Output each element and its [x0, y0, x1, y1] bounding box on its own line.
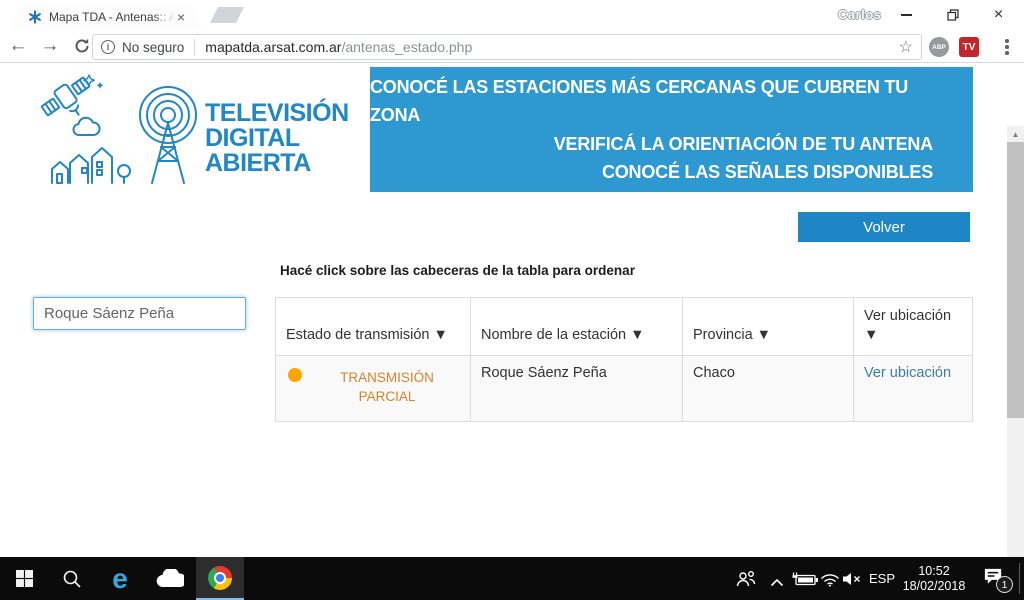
show-desktop-divider[interactable]	[1019, 563, 1020, 594]
banner-line-2: VERIFICÁ LA ORIENTIACIÓN DE TU ANTENA	[554, 130, 933, 159]
windows-taskbar: e	[0, 557, 1024, 600]
browser-profile-name[interactable]: Carlos	[838, 7, 881, 22]
cell-provincia: Chaco	[683, 356, 854, 422]
cloud-icon	[156, 569, 184, 588]
tab-title: Mapa TDA - Antenas:: AR	[49, 10, 175, 24]
address-bar[interactable]: i No seguro mapatda.arsat.com.ar /antena…	[92, 34, 922, 60]
search-icon	[62, 569, 82, 589]
header-ver-ubicacion[interactable]: Ver ubicación ▼	[854, 298, 973, 356]
table-row: TRANSMISIÓN PARCIAL Roque Sáenz Peña Cha…	[276, 356, 973, 422]
battery-charging-icon	[792, 572, 819, 587]
status-text: TRANSMISIÓN PARCIAL	[314, 365, 460, 406]
speaker-muted-icon	[842, 572, 862, 586]
back-button[interactable]: ←	[4, 32, 32, 60]
taskbar-search-button[interactable]	[48, 557, 96, 600]
ver-ubicacion-link[interactable]: Ver ubicación	[864, 365, 951, 381]
page-scrollbar[interactable]: ▲ ▼	[1007, 126, 1024, 600]
url-path: /antenas_estado.php	[341, 39, 472, 55]
battery-tray-icon[interactable]	[792, 557, 820, 600]
logo-line-3: ABIERTA	[205, 151, 349, 176]
banner-line-3: CONOCÉ LAS SEÑALES DISPONIBLES	[602, 158, 933, 187]
cell-estacion: Roque Sáenz Peña	[471, 356, 683, 422]
browser-toolbar: ← → i No seguro mapatda.arsat.com.ar /an…	[0, 30, 1024, 63]
clock-time: 10:52	[898, 564, 970, 579]
volume-tray-icon[interactable]	[842, 557, 864, 600]
restore-icon	[947, 9, 959, 21]
banner-line-1: CONOCÉ LAS ESTACIONES MÁS CERCANAS QUE C…	[370, 73, 933, 130]
browser-tabstrip: Mapa TDA - Antenas:: AR × Carlos ×	[0, 0, 1024, 30]
stations-table: Estado de transmisión ▼ Nombre de la est…	[275, 297, 973, 422]
taskbar-edge-button[interactable]: e	[96, 557, 144, 600]
status-dot-icon	[288, 368, 302, 382]
header-estado[interactable]: Estado de transmisión ▼	[276, 298, 471, 356]
back-icon: ←	[9, 35, 28, 57]
tda-logo-illustration	[40, 71, 210, 189]
forward-icon: →	[41, 35, 60, 57]
window-close-button[interactable]: ×	[976, 0, 1021, 30]
edge-icon: e	[112, 565, 128, 593]
start-button[interactable]	[0, 557, 48, 600]
window-minimize-button[interactable]	[884, 0, 929, 30]
people-icon	[734, 570, 758, 588]
scrollbar-thumb[interactable]	[1007, 142, 1024, 418]
page-content: TELEVISIÓN DIGITAL ABIERTA CONOCÉ LAS ES…	[0, 63, 1007, 557]
tab-close-icon[interactable]: ×	[177, 10, 185, 24]
window-restore-button[interactable]	[930, 0, 975, 30]
tray-expand-button[interactable]	[770, 557, 790, 600]
browser-menu-icon[interactable]	[997, 34, 1017, 60]
url-domain: mapatda.arsat.com.ar	[205, 39, 341, 55]
reload-icon	[73, 37, 91, 55]
volver-button[interactable]: Volver	[798, 212, 970, 242]
chevron-up-icon	[770, 578, 784, 587]
extension-adblock-icon[interactable]: ABP	[929, 37, 949, 57]
chrome-icon	[208, 566, 232, 590]
station-search-input[interactable]	[33, 297, 246, 330]
taskbar-people-button[interactable]	[734, 557, 760, 600]
taskbar-chrome-button[interactable]	[196, 557, 244, 600]
sort-hint-text: Hacé click sobre las cabeceras de la tab…	[280, 263, 635, 278]
table-header-row: Estado de transmisión ▼ Nombre de la est…	[276, 298, 973, 356]
forward-button[interactable]: →	[36, 32, 64, 60]
header-provincia[interactable]: Provincia ▼	[683, 298, 854, 356]
taskbar-cloud-app-button[interactable]	[146, 557, 194, 600]
tda-logo-wordmark: TELEVISIÓN DIGITAL ABIERTA	[205, 101, 349, 176]
site-favicon-icon	[28, 10, 42, 24]
close-icon: ×	[994, 7, 1003, 23]
minimize-icon	[901, 14, 912, 16]
notification-count-badge: 1	[996, 576, 1013, 593]
page-info-icon[interactable]: i	[101, 40, 115, 54]
hero-banner: CONOCÉ LAS ESTACIONES MÁS CERCANAS QUE C…	[370, 67, 973, 192]
security-label: No seguro	[122, 40, 184, 55]
wifi-icon	[820, 572, 840, 587]
scroll-up-icon[interactable]: ▲	[1007, 126, 1024, 142]
bookmark-star-icon[interactable]: ☆	[899, 37, 913, 57]
screen: Mapa TDA - Antenas:: AR × Carlos × ← → i…	[0, 0, 1024, 600]
taskbar-clock[interactable]: 10:52 18/02/2018	[898, 557, 970, 600]
clock-date: 18/02/2018	[898, 579, 970, 594]
wifi-tray-icon[interactable]	[820, 557, 842, 600]
new-tab-button[interactable]	[210, 7, 244, 23]
cell-estado: TRANSMISIÓN PARCIAL	[276, 356, 471, 422]
url-separator	[194, 39, 195, 56]
extension-tv-icon[interactable]: TV	[959, 37, 979, 57]
logo-line-2: DIGITAL	[205, 126, 349, 151]
windows-logo-icon	[16, 570, 33, 587]
language-indicator[interactable]: ESP	[864, 557, 900, 600]
header-nombre[interactable]: Nombre de la estación ▼	[471, 298, 683, 356]
cell-ubicacion: Ver ubicación	[854, 356, 973, 422]
logo-line-1: TELEVISIÓN	[205, 101, 349, 126]
browser-tab[interactable]: Mapa TDA - Antenas:: AR ×	[10, 4, 202, 30]
